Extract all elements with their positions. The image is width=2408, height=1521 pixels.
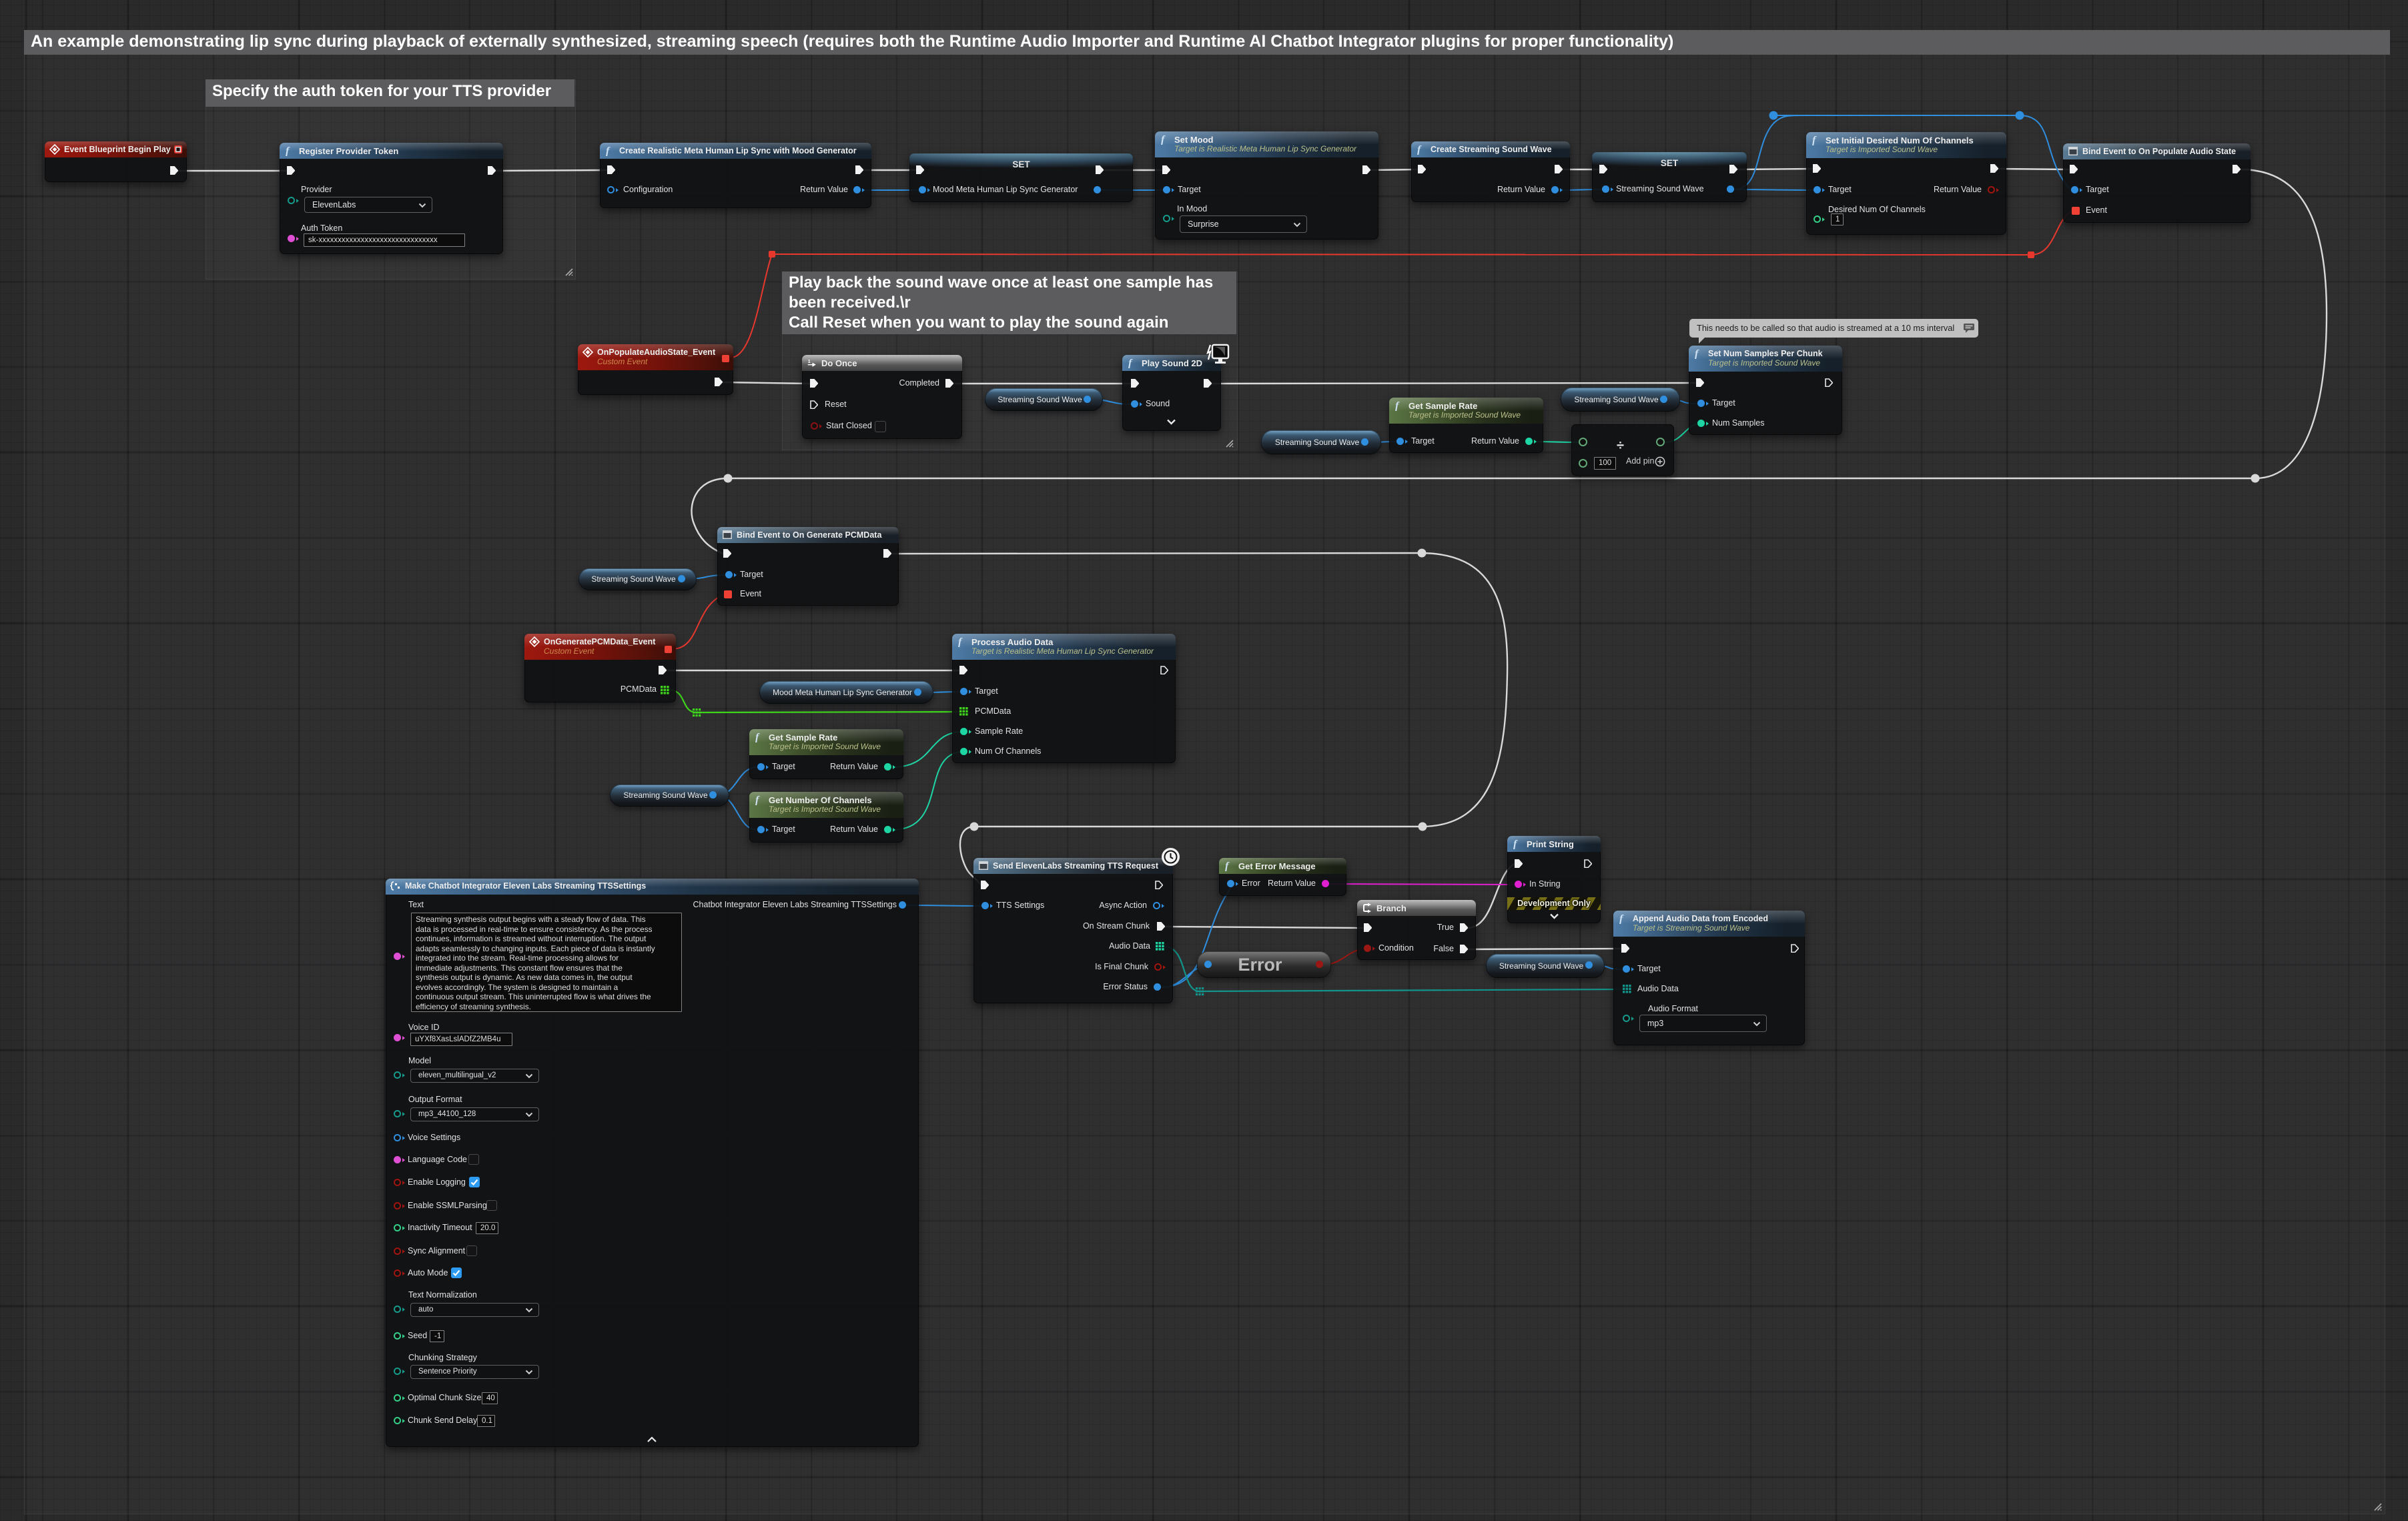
svg-text:f: f [1513, 839, 1518, 849]
svg-text:f: f [755, 795, 760, 805]
svg-text:f: f [1225, 861, 1230, 871]
svg-text:f: f [1161, 134, 1166, 145]
svg-text:f: f [286, 145, 290, 156]
svg-text:f: f [1812, 135, 1817, 145]
svg-text:f: f [1417, 144, 1422, 155]
svg-text:f: f [1128, 358, 1133, 368]
svg-text:f: f [1695, 348, 1699, 359]
svg-text:f: f [606, 145, 611, 156]
svg-text:1: 1 [808, 359, 811, 364]
svg-text:f: f [958, 636, 963, 647]
svg-text:f: f [1619, 913, 1624, 924]
svg-text:f: f [755, 732, 760, 742]
svg-text:f: f [1395, 400, 1400, 411]
